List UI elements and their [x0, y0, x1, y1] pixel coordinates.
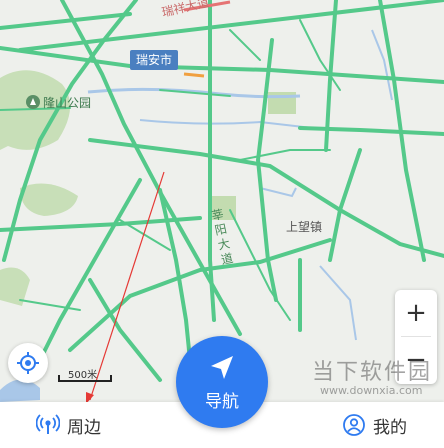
- scale-line: [58, 375, 112, 382]
- navigation-arrow-icon: [211, 355, 233, 379]
- tab-nearby-label: 周边: [67, 417, 101, 438]
- town-label[interactable]: 上望镇: [286, 218, 322, 235]
- watermark-title: 当下软件园: [312, 360, 433, 385]
- park-label[interactable]: 隆山公园: [26, 94, 91, 111]
- park-name: 隆山公园: [43, 96, 92, 110]
- navigation-button[interactable]: 导航: [176, 336, 268, 428]
- locate-button[interactable]: [8, 343, 48, 383]
- scale-bar: 500米: [58, 366, 112, 384]
- zoom-in-button[interactable]: +: [395, 290, 437, 336]
- watermark-url: www.downxia.com: [320, 384, 423, 397]
- park-icon: [26, 95, 40, 109]
- road-congestion: [183, 72, 205, 78]
- navigation-label: 导航: [205, 391, 239, 412]
- locate-icon: [17, 352, 39, 374]
- city-label[interactable]: 瑞安市: [130, 50, 179, 70]
- nearby-icon: [36, 414, 60, 434]
- tab-nearby[interactable]: 周边: [36, 402, 101, 448]
- watermark: 当下软件园 www.downxia.com: [312, 352, 444, 422]
